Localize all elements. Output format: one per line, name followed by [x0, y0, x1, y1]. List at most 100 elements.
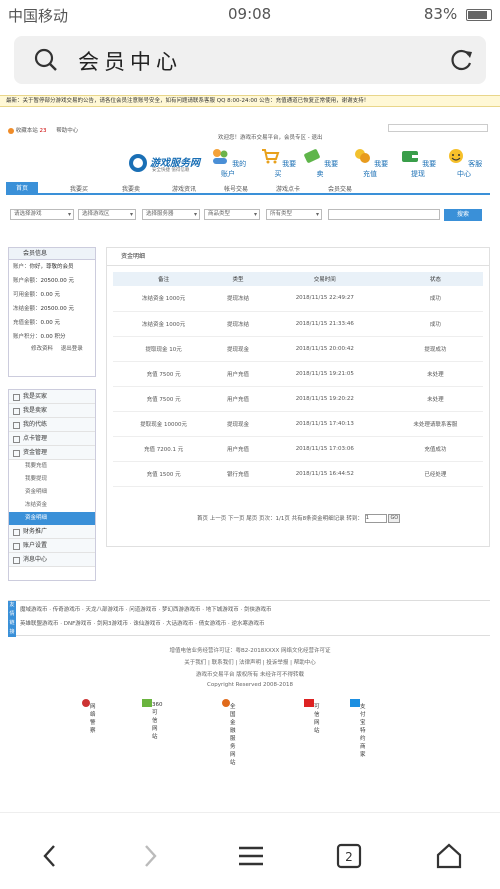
member-panel-header: 会员信息 — [9, 248, 95, 260]
clock: 09:08 — [228, 5, 272, 23]
friend-links-row[interactable]: 魔域游戏币 · 传奇游戏币 · 天龙八部游戏币 · 问道游戏币 · 梦幻西游游戏… — [20, 605, 271, 613]
page-input[interactable]: 1 — [364, 514, 387, 523]
friend-links-row[interactable]: 英雄联盟游戏币 · DNF游戏币 · 剑网3游戏币 · 诛仙游戏币 · 大话游戏… — [20, 619, 264, 627]
main-menu: 首页 我要买 我要卖 游戏资讯 帐号交易 游戏点卡 会员交易 — [6, 182, 490, 195]
help-link[interactable]: 帮助中心 — [56, 128, 78, 134]
police-badge[interactable]: 网络警察 — [82, 699, 96, 734]
side-sub-details[interactable]: 资金明细 — [9, 486, 95, 499]
menu-item-card[interactable]: 游戏点卡 — [276, 184, 300, 193]
side-sub-recharge[interactable]: 我要充值 — [9, 460, 95, 473]
side-item-settings[interactable]: 账户设置 — [9, 539, 95, 553]
menu-item-news[interactable]: 游戏资讯 — [172, 184, 196, 193]
table-cell: 冻结资金 1000元 — [113, 286, 215, 312]
menu-item-buy[interactable]: 我要买 — [70, 184, 88, 193]
copyright-line: 游戏币交易平台 版权所有 未经许可不得转载 — [196, 672, 304, 678]
column-header: 状态 — [387, 272, 483, 286]
360-badge[interactable]: 360可信网站 — [142, 699, 163, 740]
keyword-input[interactable] — [328, 209, 440, 220]
browser-bar[interactable]: 会员中心 — [14, 36, 486, 84]
buy-nav[interactable]: 我要买 — [258, 148, 298, 179]
menu-item-account[interactable]: 帐号交易 — [224, 184, 248, 193]
table-cell: 2018/11/15 16:44:52 — [261, 461, 388, 487]
server-select[interactable]: 选择服务器 — [142, 209, 200, 220]
trusted-badge[interactable]: 可信网站 — [304, 699, 320, 734]
wallet-icon — [401, 151, 418, 162]
top-search-input[interactable] — [388, 124, 488, 132]
site-logo[interactable]: 游戏服务网 安全快捷 值得信赖 — [128, 152, 208, 174]
web-content: 最新：关于暂停部分游戏交易的公告，请各位会员注意账号安全，如有问题请联系客服 Q… — [0, 92, 500, 812]
game-select[interactable]: 请选择游戏 — [10, 209, 74, 220]
table-cell: 2018/11/15 17:03:06 — [261, 436, 388, 462]
side-item-seller[interactable]: 我是卖家 — [9, 404, 95, 418]
search-button[interactable]: 搜索 — [444, 209, 482, 221]
table-row: 冻结资金 1000元 提现冻结 2018/11/15 21:33:46 成功 — [113, 311, 483, 337]
member-row: 账户积分：0.00 积分 — [13, 334, 66, 340]
service-nav[interactable]: 客服中心 — [444, 148, 484, 179]
side-menu: 我是买家 我是卖家 我的代练 点卡管理 资金管理 我要充值 我要提现 资金明细 … — [8, 389, 96, 581]
side-item-boost[interactable]: 我的代练 — [9, 418, 95, 432]
side-sub-active[interactable]: 资金明细 — [9, 512, 95, 525]
finance-badge[interactable]: 全国金融服务网站 — [222, 699, 236, 766]
member-links: 修改资料 退出登录 — [9, 344, 95, 358]
announcement-ticker[interactable]: 最新：关于暂停部分游戏交易的公告，请各位会员注意账号安全，如有问题请联系客服 Q… — [0, 95, 500, 107]
logout-link[interactable]: 退出登录 — [61, 346, 83, 352]
tag-icon — [304, 149, 320, 163]
side-sub-frozen[interactable]: 冻结资金 — [9, 499, 95, 512]
table-cell: 冻结资金 1000元 — [113, 311, 215, 337]
side-sub-withdraw[interactable]: 我要提现 — [9, 473, 95, 486]
member-panel: 会员信息 账户：你好，尊敬的会员 账户余额：20500.00 元 可用金额：0.… — [8, 247, 96, 377]
category-select[interactable]: 所有类型 — [266, 209, 322, 220]
alipay-badge[interactable]: 支付宝特约商家 — [350, 699, 366, 758]
menu-item-member[interactable]: 会员交易 — [328, 184, 352, 193]
forward-icon[interactable] — [134, 841, 164, 871]
shield-icon — [142, 699, 152, 707]
favorite-link[interactable]: 收藏本站 — [16, 128, 38, 134]
pagination: 首页 上一页 下一页 尾页 页次：1/1页 共有8条资金明细记录 转到： 1 G… — [197, 514, 401, 523]
withdraw-nav[interactable]: 我要提现 — [398, 148, 438, 179]
go-button[interactable]: GO — [388, 514, 401, 523]
side-item-funds[interactable]: 资金管理 — [9, 446, 95, 460]
side-item-promo[interactable]: 财务推广 — [9, 525, 95, 539]
friend-links-tag: 友情链接 — [8, 601, 16, 637]
table-cell: 充值 7500 元 — [113, 386, 215, 412]
table-cell: 提取现金 10元 — [113, 336, 215, 362]
member-row: 账户：你好，尊敬的会员 — [13, 264, 74, 270]
headset-icon — [448, 149, 463, 163]
sell-nav[interactable]: 我要卖 — [300, 148, 340, 179]
recharge-nav[interactable]: 我要充值 — [350, 148, 390, 179]
table-row: 充值 1500 元银行充值 2018/11/15 16:44:52 已经处理 — [113, 461, 483, 487]
type-select[interactable]: 商品类型 — [204, 209, 260, 220]
edit-profile-link[interactable]: 修改资料 — [31, 346, 53, 352]
side-item-buyer[interactable]: 我是买家 — [9, 390, 95, 404]
table-row: 充值 7500 元用户充值 2018/11/15 19:20:22 未处理 — [113, 386, 483, 412]
table-cell: 用户充值 — [214, 361, 262, 387]
table-row: 提取现金 10元 提现现金 2018/11/15 20:00:42 提现成功 — [113, 336, 483, 362]
tabs-icon[interactable]: 2 — [334, 841, 364, 871]
table-cell: 提现现金 — [214, 411, 262, 437]
table-cell: 提现成功 — [387, 336, 483, 362]
table-cell: 成功 — [387, 286, 483, 312]
menu-icon[interactable] — [236, 841, 266, 871]
table-row: 充值 7200.1 元用户充值 2018/11/15 17:03:06 充值成功 — [113, 436, 483, 462]
menu-item-home[interactable]: 首页 — [6, 182, 39, 195]
alipay-icon — [350, 699, 360, 707]
home-icon[interactable] — [434, 841, 464, 871]
search-icon[interactable] — [34, 48, 58, 72]
menu-item-sell[interactable]: 我要卖 — [122, 184, 140, 193]
table-cell: 2018/11/15 22:49:27 — [261, 286, 388, 312]
table-cell: 充值 1500 元 — [113, 461, 215, 487]
side-item-messages[interactable]: 消息中心 — [9, 553, 95, 567]
refresh-icon[interactable] — [450, 48, 474, 72]
footer-nav-links[interactable]: 关于我们 | 联系我们 | 法律声明 | 投诉举报 | 帮助中心 — [0, 658, 500, 666]
back-icon[interactable] — [36, 841, 66, 871]
zone-select[interactable]: 选择游戏区 — [78, 209, 136, 220]
favorite-count: 23 — [39, 128, 47, 134]
table-cell: 提现现金 — [214, 336, 262, 362]
my-account-nav[interactable]: 我的账户 — [208, 148, 248, 179]
finance-icon — [222, 699, 230, 707]
page-title: 会员中心 — [78, 50, 182, 74]
side-item-card[interactable]: 点卡管理 — [9, 432, 95, 446]
pager-text[interactable]: 首页 上一页 下一页 尾页 页次：1/1页 共有8条资金明细记录 转到： — [197, 516, 363, 522]
fund-table: 备注 类型 交易时间 状态 冻结资金 1000元 提现冻结 2018/11/15 2… — [113, 272, 483, 487]
table-row: 提取现金 10000元 提现现金 2018/11/15 17:40:13 未处理请联系… — [113, 411, 483, 437]
